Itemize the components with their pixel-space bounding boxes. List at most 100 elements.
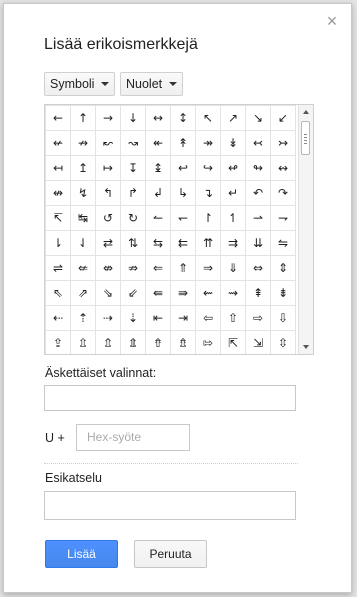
character-cell[interactable]: ⇊ (245, 230, 271, 256)
character-cell[interactable]: ↨ (145, 155, 171, 181)
character-cell[interactable]: ← (45, 105, 71, 131)
character-cell[interactable]: ⇑ (170, 255, 196, 281)
subcategory-dropdown[interactable]: Nuolet (120, 72, 184, 96)
character-cell[interactable]: ⇠ (45, 305, 71, 331)
character-cell[interactable]: ⇍ (70, 255, 96, 281)
character-cell[interactable]: ↝ (120, 130, 146, 156)
character-cell[interactable]: ↲ (145, 180, 171, 206)
character-cell[interactable]: ⇁ (270, 205, 296, 231)
character-cell[interactable]: ↾ (195, 205, 221, 231)
character-cell[interactable]: ⇩ (270, 305, 296, 331)
character-cell[interactable]: ⇡ (70, 305, 96, 331)
scroll-thumb[interactable] (301, 121, 310, 155)
character-cell[interactable]: ⇧ (220, 305, 246, 331)
character-cell[interactable]: ↶ (245, 180, 271, 206)
character-cell[interactable]: ⇐ (145, 255, 171, 281)
character-cell[interactable]: ⇥ (170, 305, 196, 331)
character-cell[interactable]: ⇄ (95, 230, 121, 256)
character-cell[interactable]: ⇘ (95, 280, 121, 306)
character-cell[interactable]: ⇋ (270, 230, 296, 256)
character-cell[interactable]: ⇖ (45, 280, 71, 306)
character-cell[interactable]: → (95, 105, 121, 131)
character-cell[interactable]: ↭ (270, 155, 296, 181)
character-cell[interactable]: ⇨ (245, 305, 271, 331)
character-cell[interactable]: ↟ (170, 130, 196, 156)
cancel-button[interactable]: Peruuta (134, 540, 207, 568)
character-cell[interactable]: ↺ (95, 205, 121, 231)
character-cell[interactable]: ⇇ (170, 230, 196, 256)
character-cell[interactable]: ⇯ (170, 330, 196, 354)
character-cell[interactable]: ↰ (95, 180, 121, 206)
character-cell[interactable]: ⇦ (195, 305, 221, 331)
character-cell[interactable]: ⇂ (45, 230, 71, 256)
character-cell[interactable]: ⇛ (170, 280, 196, 306)
character-cell[interactable]: ↜ (95, 130, 121, 156)
recent-selections-box[interactable] (44, 385, 296, 411)
character-cell[interactable]: ↿ (220, 205, 246, 231)
character-cell[interactable]: ↗ (220, 105, 246, 131)
character-cell[interactable]: ↣ (270, 130, 296, 156)
character-cell[interactable]: ⇫ (70, 330, 96, 354)
character-cell[interactable]: ⇀ (245, 205, 271, 231)
insert-button[interactable]: Lisää (45, 540, 118, 568)
character-cell[interactable]: ⇙ (120, 280, 146, 306)
character-cell[interactable]: ↱ (120, 180, 146, 206)
character-cell[interactable]: ↢ (245, 130, 271, 156)
character-cell[interactable]: ↔ (145, 105, 171, 131)
character-cell[interactable]: ↦ (95, 155, 121, 181)
character-cell[interactable]: ↮ (45, 180, 71, 206)
character-cell[interactable]: ⇚ (145, 280, 171, 306)
character-cell[interactable]: ⇆ (145, 230, 171, 256)
scroll-down-icon[interactable] (303, 345, 309, 349)
character-cell[interactable]: ↧ (120, 155, 146, 181)
character-cell[interactable]: ↘ (245, 105, 271, 131)
grid-scrollbar[interactable] (298, 105, 313, 354)
character-cell[interactable]: ⇕ (270, 255, 296, 281)
character-cell[interactable]: ↙ (270, 105, 296, 131)
character-cell[interactable]: ↵ (220, 180, 246, 206)
character-cell[interactable]: ↕ (170, 105, 196, 131)
character-cell[interactable]: ↪ (195, 155, 221, 181)
character-cell[interactable]: ↛ (70, 130, 96, 156)
character-cell[interactable]: ⇎ (95, 255, 121, 281)
character-cell[interactable]: ⇞ (245, 280, 271, 306)
character-cell[interactable]: ⇳ (270, 330, 296, 354)
character-cell[interactable]: ↞ (145, 130, 171, 156)
character-cell[interactable]: ↼ (145, 205, 171, 231)
character-cell[interactable]: ↴ (195, 180, 221, 206)
character-cell[interactable]: ⇌ (45, 255, 71, 281)
character-cell[interactable]: ↻ (120, 205, 146, 231)
character-cell[interactable]: ↯ (70, 180, 96, 206)
character-cell[interactable]: ⇰ (195, 330, 221, 354)
character-cell[interactable]: ⇉ (220, 230, 246, 256)
character-cell[interactable]: ↤ (45, 155, 71, 181)
character-cell[interactable]: ↠ (195, 130, 221, 156)
character-cell[interactable]: ↹ (70, 205, 96, 231)
character-cell[interactable]: ⇢ (95, 305, 121, 331)
character-cell[interactable]: ↡ (220, 130, 246, 156)
character-cell[interactable]: ⇏ (120, 255, 146, 281)
character-cell[interactable]: ↚ (45, 130, 71, 156)
character-cell[interactable]: ↳ (170, 180, 196, 206)
character-cell[interactable]: ⇭ (120, 330, 146, 354)
character-cell[interactable]: ⇒ (195, 255, 221, 281)
scroll-up-icon[interactable] (303, 110, 309, 114)
character-cell[interactable]: ⇓ (220, 255, 246, 281)
character-cell[interactable]: ⇔ (245, 255, 271, 281)
hex-input[interactable]: Hex-syöte (76, 424, 190, 451)
character-cell[interactable]: ↬ (245, 155, 271, 181)
character-cell[interactable]: ↷ (270, 180, 296, 206)
close-icon[interactable]: × (323, 12, 341, 30)
character-cell[interactable]: ⇪ (45, 330, 71, 354)
character-cell[interactable]: ⇗ (70, 280, 96, 306)
character-cell[interactable]: ↩ (170, 155, 196, 181)
character-cell[interactable]: ⇱ (220, 330, 246, 354)
character-cell[interactable]: ⇜ (195, 280, 221, 306)
character-cell[interactable]: ⇤ (145, 305, 171, 331)
character-cell[interactable]: ⇲ (245, 330, 271, 354)
character-cell[interactable]: ↫ (220, 155, 246, 181)
character-cell[interactable]: ⇃ (70, 230, 96, 256)
character-cell[interactable]: ↑ (70, 105, 96, 131)
character-cell[interactable]: ⇅ (120, 230, 146, 256)
character-cell[interactable]: ↽ (170, 205, 196, 231)
